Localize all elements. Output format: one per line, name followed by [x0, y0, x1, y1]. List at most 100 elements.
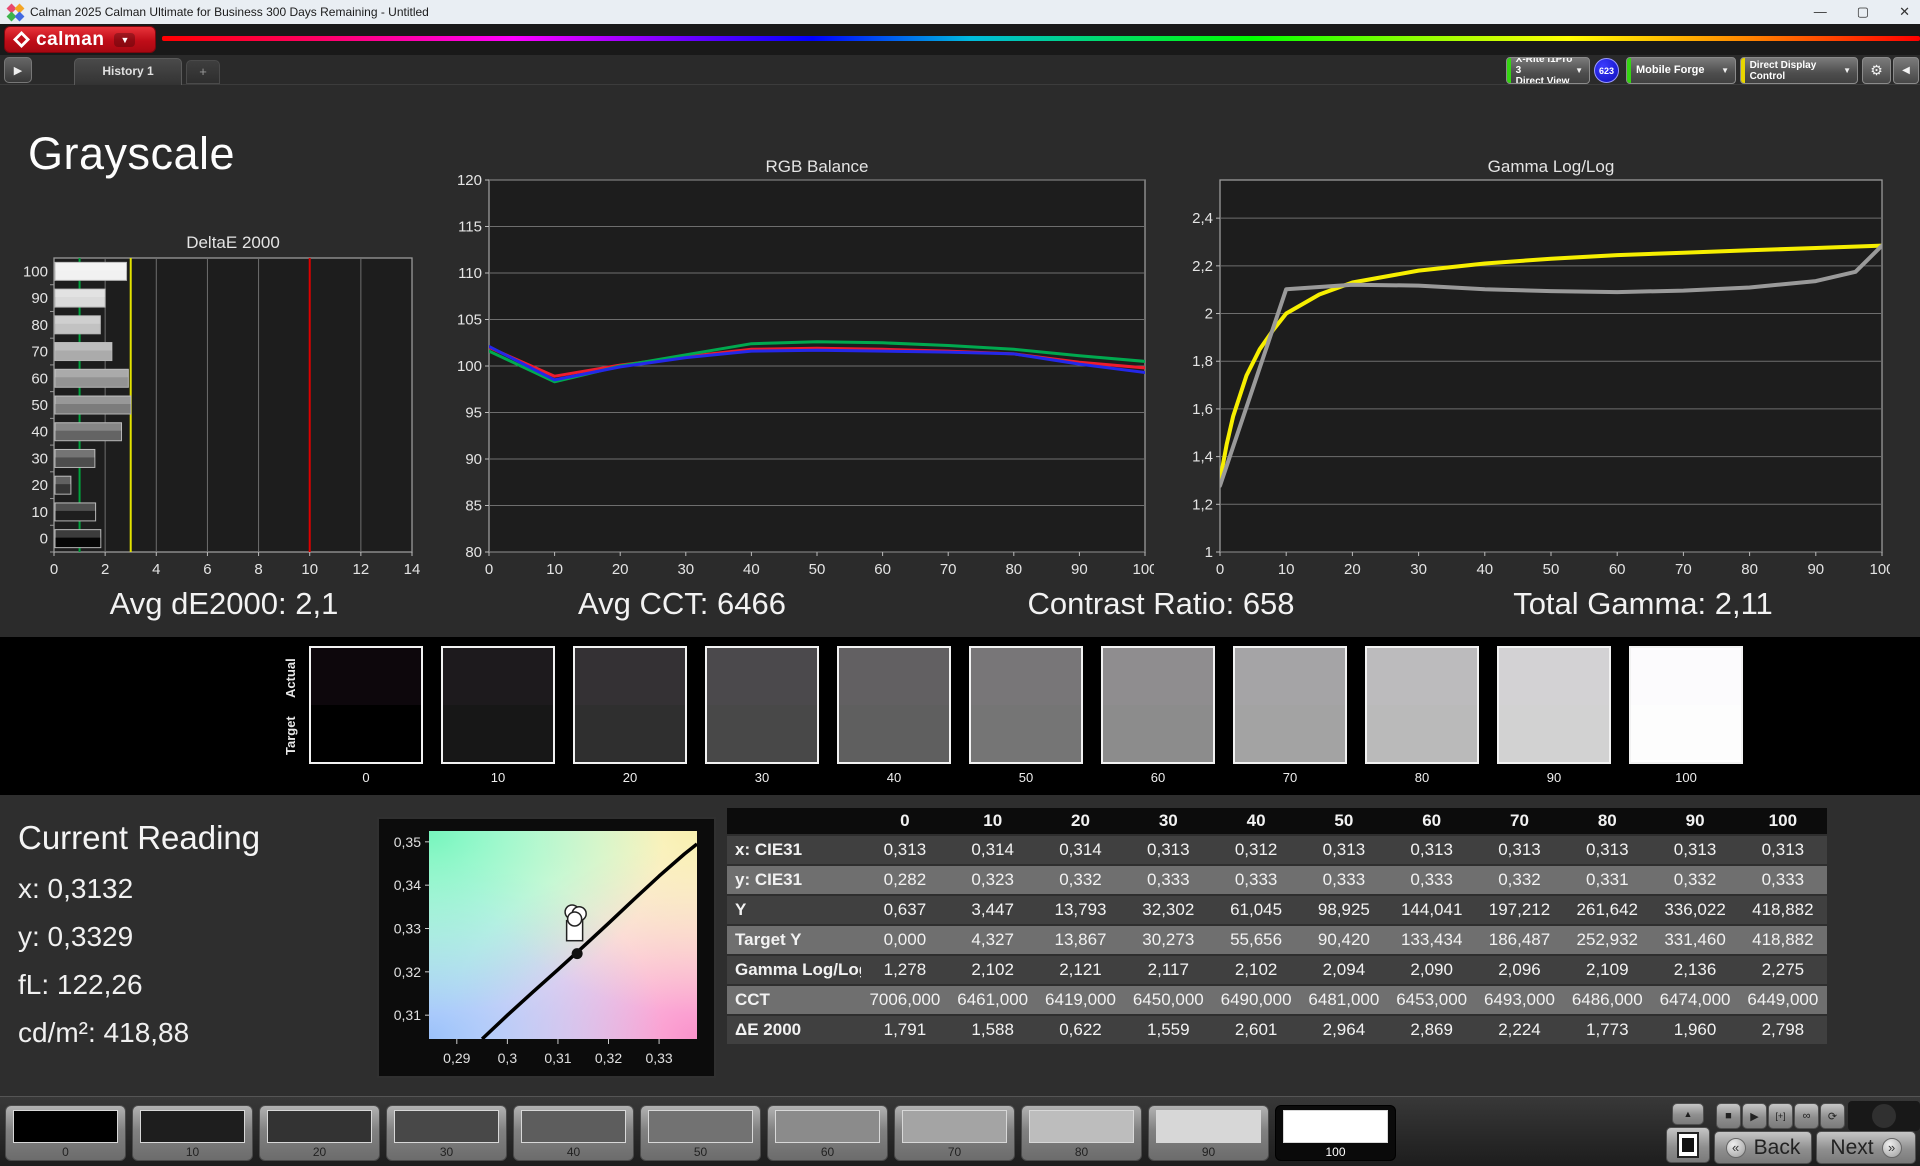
- svg-text:90: 90: [465, 451, 482, 468]
- grayscale-swatch-strip: Actual Target 0 10 20 30 40 50 60 70 80 90 100: [0, 637, 1920, 795]
- table-cell: 0,323: [971, 870, 1014, 889]
- table-cell: 0,313: [883, 840, 927, 859]
- pattern-button-80[interactable]: 80: [1021, 1105, 1142, 1161]
- deltae-svg: DeltaE 20000 2 4 6 8 10 12 14100908070605040302…: [23, 233, 420, 578]
- svg-text:0,31: 0,31: [544, 1050, 571, 1066]
- step-button[interactable]: [+]: [1768, 1103, 1793, 1129]
- pattern-button-30[interactable]: 30: [386, 1105, 507, 1161]
- next-button[interactable]: Next »: [1816, 1131, 1916, 1164]
- pattern-chip: [775, 1110, 880, 1143]
- svg-text:110: 110: [458, 265, 482, 282]
- target-half: [311, 705, 421, 762]
- table-cell: 336,022: [1664, 900, 1726, 919]
- table-row: Target Y 0,000 4,327 13,867 30,273 55,656 90,4…: [727, 926, 1827, 954]
- pattern-button-100[interactable]: 100: [1275, 1105, 1396, 1161]
- svg-text:40: 40: [1476, 561, 1493, 578]
- pattern-window-button[interactable]: [1666, 1127, 1710, 1163]
- pattern-level-label: 0: [62, 1145, 69, 1159]
- svg-text:1,4: 1,4: [1192, 449, 1213, 466]
- svg-text:0: 0: [485, 561, 493, 578]
- pattern-button-40[interactable]: 40: [513, 1105, 634, 1161]
- scroll-up-button[interactable]: ▲: [1672, 1103, 1704, 1125]
- next-chevron-icon: »: [1881, 1137, 1902, 1158]
- pattern-button-10[interactable]: 10: [132, 1105, 253, 1161]
- table-cell: 6490,000: [1220, 990, 1292, 1009]
- table-cell: 0,314: [1059, 840, 1102, 859]
- meter-count-badge[interactable]: 623: [1594, 58, 1619, 83]
- add-tab-button[interactable]: +: [186, 60, 220, 84]
- table-cell: 0,637: [883, 900, 927, 919]
- refresh-button[interactable]: ⟳: [1820, 1103, 1845, 1129]
- rgb-svg: RGB Balance 80 85 90 95 100 105 110 115 120 0 10 20 3…: [457, 157, 1158, 578]
- pattern-bar: 0 10 20 30 40 50 60 70 80 90 100 ▲ ■ ▶ [+] ∞ ⟳ « Back Next »: [0, 1096, 1920, 1166]
- back-button[interactable]: « Back: [1714, 1131, 1812, 1164]
- table-cell: 0,332: [1673, 870, 1717, 889]
- close-button[interactable]: ✕: [1899, 0, 1910, 24]
- chevron-down-icon: ▼: [1843, 66, 1851, 75]
- actual-half: [1235, 648, 1345, 705]
- table-cell: 6493,000: [1484, 990, 1555, 1009]
- table-header-cell: 40: [1246, 811, 1266, 830]
- actual-half: [707, 648, 817, 705]
- back-label: Back: [1753, 1135, 1801, 1159]
- table-cell: 3,447: [971, 900, 1014, 919]
- square-icon: [1677, 1132, 1699, 1158]
- table-cell: 418,882: [1752, 930, 1814, 949]
- target-half: [1367, 705, 1477, 762]
- pattern-chip: [394, 1110, 499, 1143]
- reading-x: x: 0,3132: [18, 873, 134, 904]
- table-cell: 1,791: [883, 1020, 927, 1039]
- svg-text:120: 120: [457, 172, 482, 189]
- minimize-button[interactable]: —: [1814, 0, 1827, 24]
- table-cell: 6449,000: [1747, 990, 1819, 1009]
- stop-button[interactable]: ■: [1716, 1103, 1741, 1129]
- loop-button[interactable]: ∞: [1794, 1103, 1819, 1129]
- table-header-row: 0 10 20 30 40 50 60 70 80 90 100: [727, 808, 1827, 834]
- table-cell: 0,312: [1234, 840, 1278, 859]
- pattern-button-70[interactable]: 70: [894, 1105, 1015, 1161]
- title-bar: Calman 2025 Calman Ultimate for Business…: [0, 0, 1920, 24]
- grayscale-swatch-40: [837, 646, 951, 764]
- display-control-dropdown[interactable]: Direct Display Control ▼: [1740, 57, 1858, 84]
- table-header-cell: [727, 808, 861, 834]
- pattern-chip: [13, 1110, 118, 1143]
- target-half: [971, 705, 1081, 762]
- tab-row: ▶ History 1 + X-Rite i1Pro 3 Direct View …: [0, 55, 1920, 85]
- table-cell: 0,313: [1322, 840, 1366, 859]
- pattern-button-50[interactable]: 50: [640, 1105, 761, 1161]
- pattern-button-20[interactable]: 20: [259, 1105, 380, 1161]
- history-expand-button[interactable]: ▶: [4, 57, 32, 83]
- tab-history-1[interactable]: History 1: [74, 58, 182, 85]
- svg-text:10: 10: [1278, 561, 1295, 578]
- svg-text:50: 50: [809, 561, 826, 578]
- pattern-button-90[interactable]: 90: [1148, 1105, 1269, 1161]
- table-cell: 0,333: [1147, 870, 1190, 889]
- pattern-button-60[interactable]: 60: [767, 1105, 888, 1161]
- table-cell: 0,000: [883, 930, 927, 949]
- maximize-button[interactable]: ▢: [1857, 0, 1869, 24]
- grayscale-swatch-70: [1233, 646, 1347, 764]
- calman-menu-button[interactable]: calman ▼: [4, 26, 156, 53]
- svg-text:6: 6: [203, 561, 211, 578]
- table-cell: 1,960: [1673, 1020, 1717, 1039]
- table-cell: 2,096: [1498, 960, 1541, 979]
- table-cell: 6461,000: [957, 990, 1029, 1009]
- svg-text:0,3: 0,3: [498, 1050, 518, 1066]
- table-cell: 98,925: [1317, 900, 1370, 919]
- swatch-level-label: 30: [754, 770, 770, 785]
- table-row-label: y: CIE31: [735, 870, 803, 889]
- table-cell: 2,102: [1234, 960, 1278, 979]
- meter-dropdown[interactable]: X-Rite i1Pro 3 Direct View ▼: [1506, 57, 1590, 84]
- svg-text:80: 80: [1741, 561, 1758, 578]
- grayscale-swatch-80: [1365, 646, 1479, 764]
- collapse-panel-button[interactable]: ◀: [1893, 57, 1919, 84]
- settings-gear-button[interactable]: ⚙: [1862, 57, 1891, 84]
- source-dropdown[interactable]: Mobile Forge ▼: [1626, 57, 1736, 84]
- pattern-button-0[interactable]: 0: [5, 1105, 126, 1161]
- swatch-level-label: 50: [1018, 770, 1034, 785]
- play-button[interactable]: ▶: [1742, 1103, 1767, 1129]
- gamma-svg: Gamma Log/Log 1 1,2 1,4 1,6 1,8 2 2,2 2,4 0 10 20 30…: [1192, 157, 1894, 578]
- grayscale-swatch-30: [705, 646, 819, 764]
- target-half: [1103, 705, 1213, 762]
- table-cell: 6486,000: [1571, 990, 1643, 1009]
